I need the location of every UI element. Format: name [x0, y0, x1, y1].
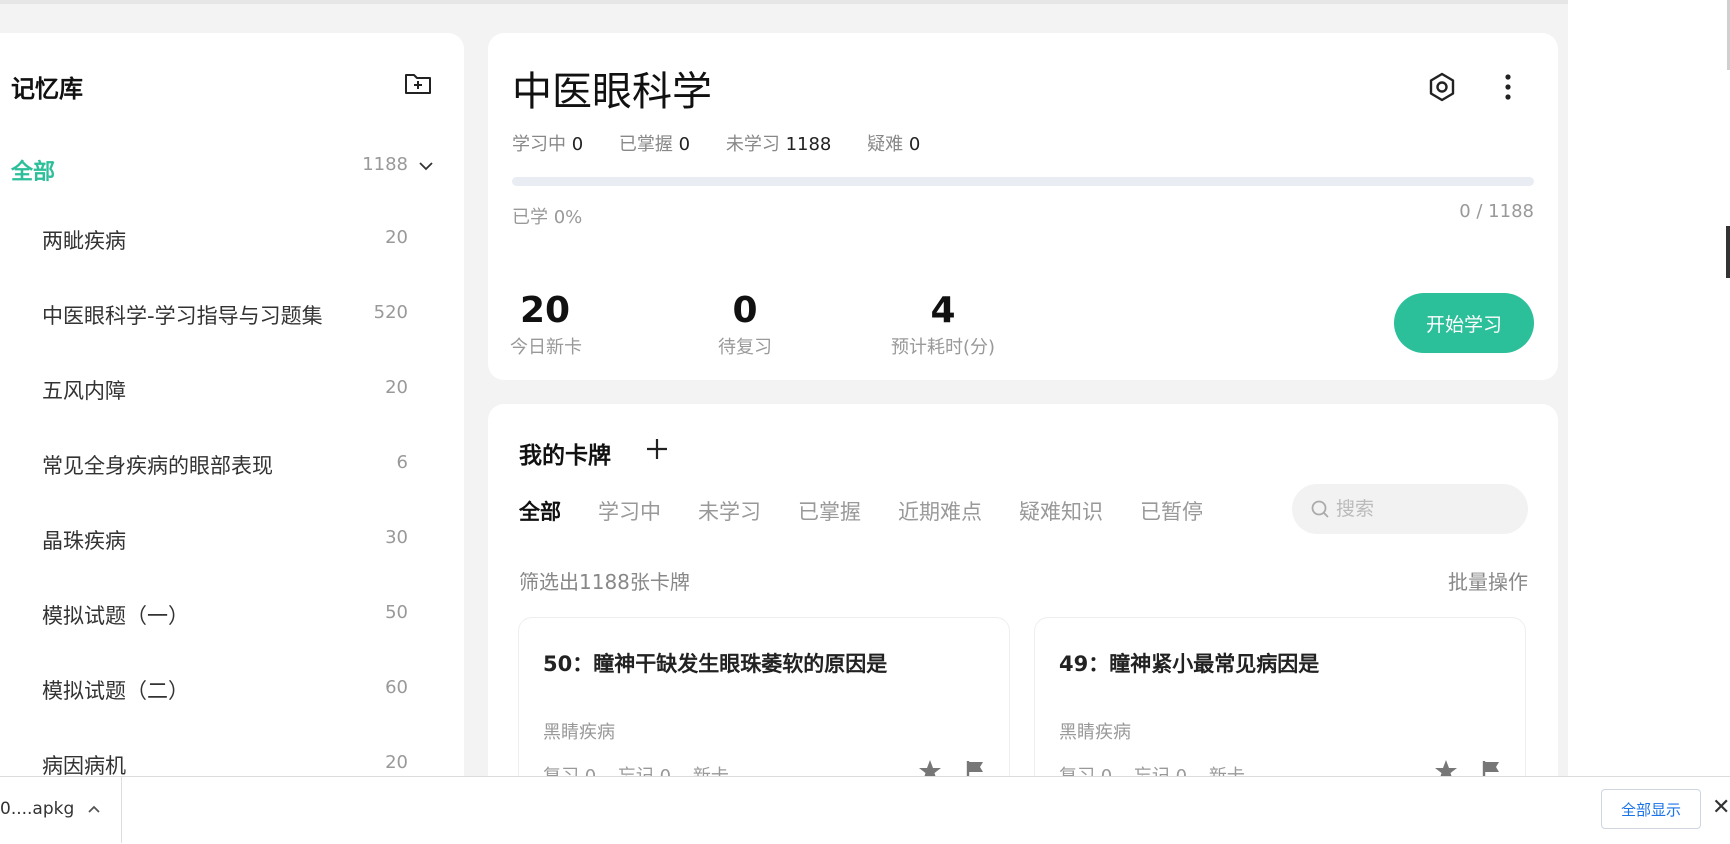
divider [121, 777, 122, 843]
sidebar-item-count: 20 [385, 227, 408, 248]
deck-stats: 学习中 0 已掌握 0 未学习 1188 疑难 0 [512, 130, 950, 156]
sidebar-item[interactable]: 模拟试题（一） 50 [0, 596, 464, 671]
show-all-downloads-button[interactable]: 全部显示 [1601, 789, 1701, 829]
chevron-up-icon[interactable] [84, 799, 104, 819]
sidebar-item-label: 两眦疾病 [42, 229, 126, 253]
sidebar-item-label: 中医眼科学-学习指导与习题集 [42, 304, 323, 328]
card-filter-tabs: 全部 学习中 未学习 已掌握 近期难点 疑难知识 已暂停 [519, 496, 1240, 526]
sidebar-item-count: 30 [385, 527, 408, 548]
sidebar-item-count: 50 [385, 602, 408, 623]
sidebar-all-count: 1188 [362, 154, 408, 175]
card-tag: 黑睛疾病 [1059, 722, 1131, 743]
tab-all[interactable]: 全部 [519, 496, 561, 526]
sidebar-title: 记忆库 [11, 75, 83, 103]
sidebar-item-label: 晶珠疾病 [42, 529, 126, 553]
chevron-down-icon[interactable] [416, 156, 436, 176]
tab-difficult-knowledge[interactable]: 疑难知识 [1019, 496, 1103, 526]
sidebar-item-label: 模拟试题（二） [42, 679, 189, 703]
download-file-name[interactable]: 0....apkg [0, 799, 74, 819]
start-learning-button[interactable]: 开始学习 [1394, 293, 1534, 353]
card-question: 49：瞳神紧小最常见病因是 [1059, 652, 1320, 676]
today-new-stat: 20 今日新卡 [510, 290, 582, 359]
scroll-marker[interactable] [1726, 226, 1730, 278]
tab-learning[interactable]: 学习中 [598, 496, 661, 526]
to-review-caption: 待复习 [718, 337, 772, 358]
plus-icon[interactable] [642, 434, 672, 464]
progress-bar [512, 177, 1534, 186]
my-cards-panel: 我的卡牌 全部 学习中 未学习 已掌握 近期难点 疑难知识 已暂停 筛选出118… [488, 404, 1558, 804]
estimated-time-stat: 4 预计耗时(分) [888, 291, 998, 359]
learned-percent: 已学 0% [512, 207, 583, 228]
sidebar-item[interactable]: 中医眼科学-学习指导与习题集 520 [0, 296, 464, 371]
sidebar-item-label: 常见全身疾病的眼部表现 [42, 454, 273, 478]
new-folder-icon[interactable] [402, 67, 434, 99]
tab-paused[interactable]: 已暂停 [1140, 496, 1203, 526]
to-review-stat: 0 待复习 [710, 291, 780, 359]
stat-difficult: 疑难 0 [867, 134, 921, 155]
sidebar-item[interactable]: 两眦疾病 20 [0, 221, 464, 296]
to-review-value: 0 [732, 290, 758, 331]
sidebar-item[interactable]: 五风内障 20 [0, 371, 464, 446]
settings-icon[interactable] [1424, 69, 1460, 105]
card-question: 50：瞳神干缺发生眼珠萎软的原因是 [543, 652, 888, 676]
tab-mastered[interactable]: 已掌握 [798, 496, 861, 526]
close-icon[interactable]: ✕ [1712, 797, 1730, 819]
today-new-caption: 今日新卡 [510, 337, 582, 358]
sidebar-item-count: 20 [385, 377, 408, 398]
sidebar-item[interactable]: 常见全身疾病的眼部表现 6 [0, 446, 464, 521]
sidebar-item-count: 520 [373, 302, 408, 323]
more-options-icon[interactable] [1490, 69, 1526, 105]
sidebar-item-count: 60 [385, 677, 408, 698]
sidebar-item-label: 模拟试题（一） [42, 604, 189, 628]
stat-mastered: 已掌握 0 [618, 134, 691, 155]
card-tag: 黑睛疾病 [543, 722, 615, 743]
deck-overview-card: 中医眼科学 学习中 0 已掌握 0 未学习 1188 疑难 0 已学 0% 0 … [488, 33, 1558, 380]
library-sidebar: 记忆库 全部 1188 两眦疾病 20 中医眼科学-学习指导与习题集 520 五… [0, 33, 464, 793]
search-input[interactable] [1336, 484, 1516, 534]
sidebar-item[interactable]: 模拟试题（二） 60 [0, 671, 464, 746]
today-new-value: 20 [519, 290, 571, 331]
bulk-action-button[interactable]: 批量操作 [1448, 566, 1528, 595]
sidebar-item[interactable]: 晶珠疾病 30 [0, 521, 464, 596]
sidebar-item-count: 6 [396, 452, 408, 473]
deck-title: 中医眼科学 [512, 69, 712, 115]
cards-title: 我的卡牌 [519, 443, 611, 469]
sidebar-all-label: 全部 [11, 160, 56, 185]
sidebar-item-label: 五风内障 [42, 379, 126, 403]
download-bar: 0....apkg 全部显示 ✕ [0, 776, 1730, 844]
browser-top-edge [0, 0, 1730, 4]
search-box[interactable] [1292, 484, 1528, 534]
sidebar-item-count: 20 [385, 752, 408, 773]
right-blank-area [1568, 0, 1730, 776]
search-icon [1310, 499, 1330, 519]
estimated-time-value: 4 [930, 290, 956, 331]
stat-unlearned: 未学习 1188 [725, 134, 832, 155]
tab-recent-difficult[interactable]: 近期难点 [898, 496, 982, 526]
sidebar-deck-list: 两眦疾病 20 中医眼科学-学习指导与习题集 520 五风内障 20 常见全身疾… [0, 221, 464, 793]
sidebar-item-all[interactable]: 全部 1188 [0, 146, 464, 190]
estimated-time-caption: 预计耗时(分) [890, 337, 996, 358]
tab-unlearned[interactable]: 未学习 [698, 496, 761, 526]
filter-result-text: 筛选出1188张卡牌 [519, 570, 690, 594]
progress-ratio: 0 / 1188 [1459, 201, 1534, 222]
stat-learning: 学习中 0 [512, 134, 584, 155]
